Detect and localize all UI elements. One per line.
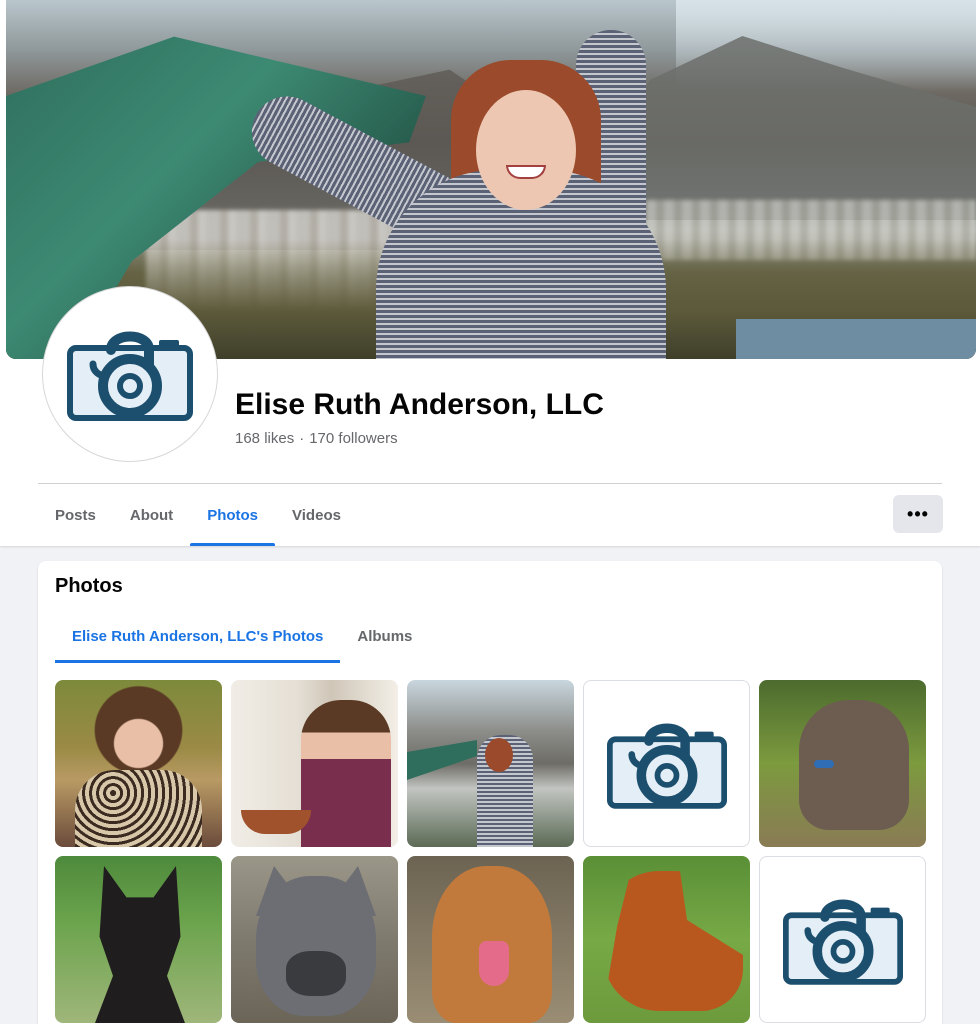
page-stats: 168 likes · 170 followers — [235, 430, 398, 447]
tab-posts[interactable]: Posts — [38, 484, 113, 546]
followers-count[interactable]: 170 followers — [309, 430, 397, 447]
tab-albums[interactable]: Albums — [340, 609, 429, 663]
photo-tile[interactable] — [583, 680, 750, 847]
photo-grid — [55, 680, 926, 1023]
photo-tile[interactable] — [231, 856, 398, 1023]
profile-nav: Posts About Photos Videos — [38, 484, 358, 546]
more-options-button[interactable]: ••• — [893, 495, 943, 533]
tab-about[interactable]: About — [113, 484, 190, 546]
photo-tile[interactable] — [55, 680, 222, 847]
likes-count[interactable]: 168 likes — [235, 430, 294, 447]
tab-page-photos[interactable]: Elise Ruth Anderson, LLC's Photos — [55, 609, 341, 663]
photo-tile[interactable] — [407, 680, 574, 847]
profile-header: Elise Ruth Anderson, LLC 168 likes · 170 f… — [0, 0, 980, 546]
photo-tile[interactable] — [759, 680, 926, 847]
camera-logo-icon — [782, 899, 903, 985]
camera-logo-icon — [606, 723, 727, 809]
tab-videos[interactable]: Videos — [275, 484, 358, 546]
photo-tile[interactable] — [55, 856, 222, 1023]
photos-heading: Photos — [55, 575, 123, 597]
photo-tile[interactable] — [407, 856, 574, 1023]
camera-logo-icon — [67, 331, 193, 421]
profile-avatar[interactable] — [42, 286, 218, 462]
photos-section: Photos Elise Ruth Anderson, LLC's Photos… — [38, 561, 942, 1024]
photos-subtabs: Elise Ruth Anderson, LLC's Photos Albums — [55, 609, 429, 663]
stats-separator: · — [299, 430, 305, 447]
photo-tile[interactable] — [231, 680, 398, 847]
photo-tile[interactable] — [759, 856, 926, 1023]
photo-tile[interactable] — [583, 856, 750, 1023]
page-title: Elise Ruth Anderson, LLC — [235, 388, 604, 421]
tab-photos[interactable]: Photos — [190, 484, 275, 546]
